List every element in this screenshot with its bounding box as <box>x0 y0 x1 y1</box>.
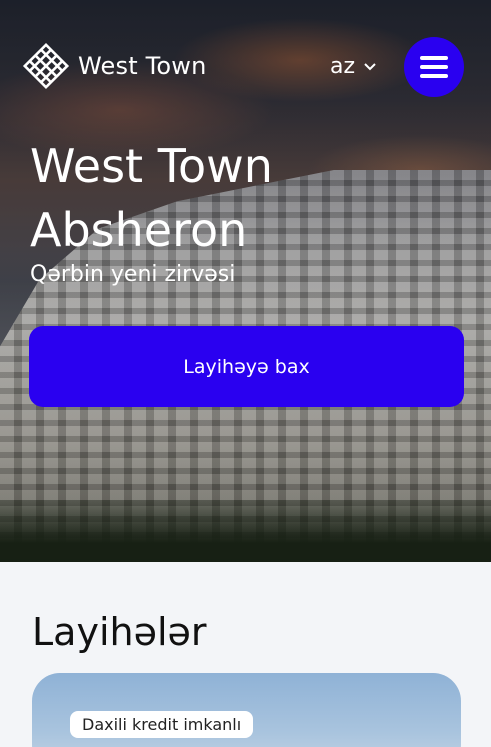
credit-badge: Daxili kredit imkanlı <box>70 711 254 738</box>
language-selector[interactable]: az <box>330 54 377 79</box>
logo-icon <box>22 42 70 90</box>
projects-section-title: Layihələr <box>32 610 207 654</box>
site-logo[interactable]: West Town <box>20 40 207 92</box>
project-card[interactable]: Daxili kredit imkanlı <box>32 673 461 747</box>
hero-title-line1: West Town <box>30 139 273 193</box>
menu-button[interactable] <box>404 37 464 97</box>
hero-title-line2: Absheron <box>30 203 248 257</box>
chevron-down-icon <box>364 62 376 70</box>
hero-subtitle: Qərbin yeni zirvəsi <box>30 262 236 287</box>
language-label: az <box>330 54 356 79</box>
view-project-button[interactable]: Layihəyə bax <box>29 326 464 407</box>
hero-title: West Town Absheron <box>30 134 330 262</box>
hamburger-icon <box>420 56 448 78</box>
logo-text: West Town <box>78 52 207 80</box>
